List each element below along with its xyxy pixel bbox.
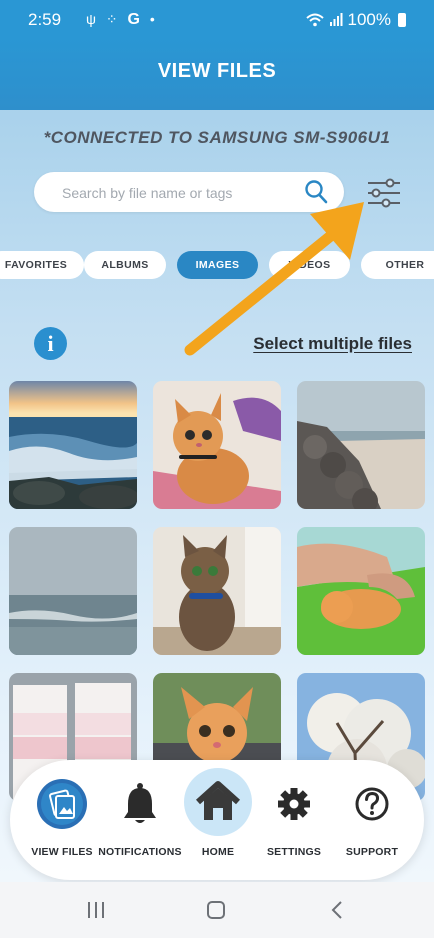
view-files-icon	[37, 779, 87, 829]
nav-notifications[interactable]: NOTIFICATIONS	[98, 760, 182, 880]
status-notification-icons: ψ ⁘ G •	[86, 11, 158, 29]
gear-icon	[278, 788, 310, 820]
connection-status: *CONNECTED TO SAMSUNG SM-S906U1	[43, 128, 391, 147]
nav-settings-label: SETTINGS	[266, 846, 322, 858]
app-screen: 2:59 ψ ⁘ G • 100% VIEW FILES *CONNECTED …	[0, 0, 434, 938]
nav-notifications-label: NOTIFICATIONS	[98, 846, 182, 858]
recent-apps-icon[interactable]	[86, 900, 106, 920]
app-header: VIEW FILES	[0, 38, 434, 110]
home-system-icon[interactable]	[206, 900, 226, 920]
nav-view-files-label: VIEW FILES	[31, 846, 93, 858]
dots-icon: ⁘	[105, 11, 121, 27]
search-icon[interactable]	[304, 179, 328, 205]
battery-percent: 100%	[347, 10, 391, 29]
select-multiple-files-link[interactable]: Select multiple files	[253, 334, 412, 354]
nav-support[interactable]: SUPPORT	[330, 760, 414, 880]
system-nav-bar	[0, 882, 434, 938]
tab-videos[interactable]: VIDEOS	[269, 251, 350, 279]
tab-other[interactable]: OTHER	[361, 251, 434, 279]
image-thumbnail[interactable]	[153, 527, 281, 655]
google-letter: G	[127, 11, 143, 28]
status-time: 2:59	[28, 10, 62, 29]
image-thumbnail[interactable]	[153, 381, 281, 509]
wifi-icon	[305, 13, 324, 27]
image-thumbnail[interactable]	[9, 381, 137, 509]
battery-icon	[398, 13, 406, 27]
tab-images[interactable]: IMAGES	[177, 251, 258, 279]
tab-albums[interactable]: ALBUMS	[84, 251, 166, 279]
question-icon	[355, 787, 389, 821]
nav-home[interactable]: HOME	[176, 760, 260, 880]
dot-icon: •	[149, 11, 158, 27]
tab-favorites[interactable]: FAVORITES	[0, 251, 84, 279]
status-right: 100%	[305, 10, 406, 30]
category-tabs: FAVORITES ALBUMS IMAGES VIDEOS OTHER	[0, 251, 434, 281]
image-thumbnail[interactable]	[297, 381, 425, 509]
image-thumbnail[interactable]	[9, 527, 137, 655]
info-icon[interactable]: i	[34, 327, 67, 360]
nav-view-files[interactable]: VIEW FILES	[20, 760, 104, 880]
nav-settings[interactable]: SETTINGS	[252, 760, 336, 880]
signal-icon	[329, 13, 343, 26]
bell-icon	[124, 783, 156, 823]
search-bar[interactable]	[34, 172, 344, 214]
page-title: VIEW FILES	[157, 60, 277, 82]
usb-icon: ψ	[86, 11, 99, 27]
nav-support-label: SUPPORT	[345, 846, 399, 858]
bottom-nav: VIEW FILES NOTIFICATIONS HOME SETTINGS S…	[10, 760, 424, 880]
search-input[interactable]	[60, 172, 294, 214]
home-icon	[184, 768, 252, 836]
status-bar: 2:59 ψ ⁘ G • 100%	[0, 0, 434, 38]
filter-sliders-icon[interactable]	[364, 176, 404, 210]
nav-home-label: HOME	[201, 846, 235, 858]
image-thumbnail[interactable]	[297, 527, 425, 655]
back-icon[interactable]	[328, 900, 346, 920]
